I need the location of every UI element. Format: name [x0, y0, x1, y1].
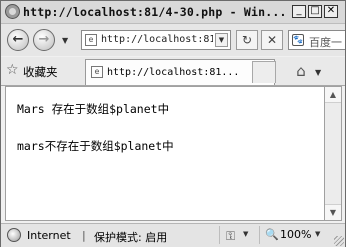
zoom-icon: 🔍	[265, 228, 279, 241]
globe-icon	[7, 228, 21, 242]
stop-button[interactable]: ✕	[261, 30, 283, 50]
page-icon: e	[91, 66, 103, 78]
status-separator: |	[82, 229, 86, 242]
protected-mode-status: 保护模式: 启用	[94, 231, 168, 244]
new-tab-button[interactable]	[252, 61, 276, 83]
search-input[interactable]: 百度一	[309, 34, 342, 50]
address-bar[interactable]: e http://localhost:81/4-30.php ▼	[81, 30, 231, 50]
tab-current[interactable]: e http://localhost:81...	[85, 59, 275, 85]
chevron-down-icon: ▼	[243, 230, 249, 238]
zoom-button[interactable]: 🔍 100% ▼	[259, 226, 343, 244]
scroll-down-icon[interactable]: ▼	[325, 204, 341, 220]
result-line-1: Mars 存在于数组$planet中	[17, 102, 170, 116]
tab-title: http://localhost:81...	[107, 67, 237, 78]
baidu-search-icon: 🐾	[292, 34, 304, 46]
zoom-level: 100%	[280, 228, 312, 241]
maximize-button[interactable]: □	[308, 5, 322, 18]
status-bar: Internet | 保护模式: 启用 ⚿ ▼ 🔍 100% ▼	[1, 223, 345, 247]
history-dropdown-icon[interactable]: ▼	[62, 36, 68, 45]
favorites-star-icon[interactable]: ☆	[6, 62, 19, 78]
search-box[interactable]: 🐾 百度一	[288, 30, 345, 50]
title-bar[interactable]: http://localhost:81/4-30.php - Win... _ …	[1, 1, 345, 24]
ie-icon	[5, 4, 20, 19]
page-icon: e	[85, 34, 97, 46]
vertical-scrollbar[interactable]: ▲ ▼	[325, 86, 342, 221]
security-settings-button[interactable]: ⚿ ▼	[219, 226, 257, 244]
forward-button[interactable]: →	[33, 29, 55, 51]
result-line-2: mars不存在于数组$planet中	[17, 139, 174, 153]
back-button[interactable]: ←	[7, 29, 29, 51]
navigation-bar: ← → ▼ e http://localhost:81/4-30.php ▼ ↻…	[1, 24, 345, 56]
home-dropdown-icon[interactable]: ▼	[315, 68, 321, 77]
browser-window: http://localhost:81/4-30.php - Win... _ …	[0, 0, 346, 247]
resize-grip[interactable]	[334, 236, 344, 246]
favorites-bar: ☆ 收藏夹 e http://localhost:81... ⌂ ▼	[1, 57, 345, 86]
favorites-button[interactable]: 收藏夹	[23, 64, 58, 80]
chevron-down-icon: ▼	[315, 230, 321, 238]
close-button[interactable]: ✕	[324, 5, 338, 18]
security-zone: Internet	[27, 229, 71, 242]
minimize-button[interactable]: _	[292, 5, 306, 18]
scroll-up-icon[interactable]: ▲	[325, 87, 341, 103]
address-dropdown-icon[interactable]: ▼	[215, 33, 228, 47]
home-icon[interactable]: ⌂	[287, 61, 315, 81]
security-icon: ⚿	[226, 229, 236, 243]
page-content: Mars 存在于数组$planet中 mars不存在于数组$planet中	[5, 86, 325, 221]
address-input[interactable]: http://localhost:81/4-30.php	[101, 34, 213, 45]
refresh-button[interactable]: ↻	[236, 30, 258, 50]
window-title: http://localhost:81/4-30.php - Win...	[23, 5, 287, 19]
